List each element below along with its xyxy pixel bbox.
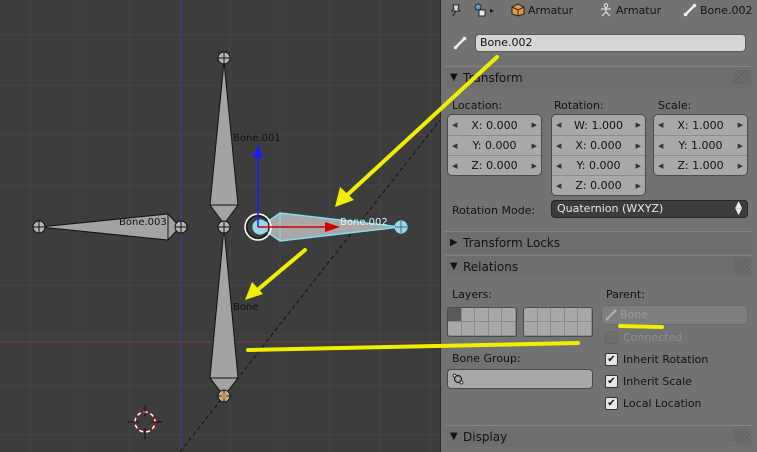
pin-icon[interactable] <box>449 2 463 18</box>
relations-title: Relations <box>463 260 519 274</box>
inherit-scale-label: Inherit Scale <box>623 375 692 388</box>
context-breadcrumb: ▸ Armatur Armatur Bone.002 <box>441 0 757 20</box>
location-x-field[interactable]: ◀ X: 0.000 ▶ <box>448 115 541 135</box>
rotation-label: Rotation: <box>554 99 604 112</box>
transform-title: Transform <box>463 71 523 85</box>
armature-figure-icon <box>601 3 611 17</box>
bone-003-label: Bone.003 <box>119 217 167 228</box>
inherit-rotation-label: Inherit Rotation <box>623 353 709 366</box>
scale-fields: ◀ X: 1.000 ▶ ◀ Y: 1.000 ▶ ◀ Z: 1.000 ▶ <box>653 114 748 176</box>
collapse-triangle-icon: ▼ <box>450 261 458 272</box>
group-icon <box>452 373 464 385</box>
location-label: Location: <box>452 99 503 112</box>
connected-checkbox[interactable] <box>605 331 618 344</box>
panel-grip-icon[interactable] <box>734 259 750 273</box>
select-arrows-icon: ▲ ▼ <box>735 200 742 217</box>
layers-label: Layers: <box>452 288 493 301</box>
bone-group-label: Bone Group: <box>452 352 521 365</box>
breadcrumb-bone[interactable]: Bone.002 <box>683 2 753 18</box>
display-panel-header[interactable]: ▼ Display <box>445 425 752 447</box>
connected-label: Connected <box>623 331 683 344</box>
3d-viewport[interactable]: Bone.001 Bone.002 Bone.003 Bone <box>0 0 440 452</box>
panel-grip-icon[interactable] <box>734 429 750 443</box>
transform-locks-panel-header[interactable]: ▶ Transform Locks <box>445 231 752 253</box>
rotation-mode-select[interactable]: Quaternion (WXYZ) ▲ ▼ <box>551 200 748 218</box>
rotation-fields: ◀ W: 1.000 ▶ ◀ X: 0.000 ▶ ◀ Y: 0.000 ▶ ◀ Z: 0.0… <box>551 114 646 196</box>
relations-panel-header[interactable]: ▼ Relations <box>445 255 752 277</box>
parent-label: Parent: <box>606 288 645 301</box>
location-z-field[interactable]: ◀ Z: 0.000 ▶ <box>448 155 541 175</box>
rotation-mode-label: Rotation Mode: <box>452 204 536 217</box>
bone-001-label: Bone.001 <box>233 133 281 144</box>
3d-cursor-icon <box>128 405 162 439</box>
transform-panel-header[interactable]: ▼ Transform <box>445 66 752 88</box>
expand-triangle-icon: ▶ <box>450 237 458 248</box>
rotation-w-field[interactable]: ◀ W: 1.000 ▶ <box>552 115 645 135</box>
inherit-scale-checkbox[interactable]: ✔ <box>605 375 618 388</box>
bone-label: Bone <box>233 302 259 313</box>
bone-properties-editor: ▸ Armatur Armatur Bone.002 Bone.002 ▼ Tr… <box>440 0 757 452</box>
local-location-label: Local Location <box>623 397 702 410</box>
bone-group-field[interactable] <box>447 369 593 389</box>
bone-002-label: Bone.002 <box>340 217 388 228</box>
object-cube-icon <box>511 3 525 17</box>
display-title: Display <box>463 430 508 444</box>
armature-data-icon: ▸ <box>473 2 494 18</box>
collapse-triangle-icon: ▼ <box>450 431 458 442</box>
scale-y-field[interactable]: ◀ Y: 1.000 ▶ <box>654 135 747 155</box>
panel-grip-icon[interactable] <box>734 70 750 84</box>
rotation-x-field[interactable]: ◀ X: 0.000 ▶ <box>552 135 645 155</box>
collapse-triangle-icon: ▼ <box>450 72 458 83</box>
rotation-z-field[interactable]: ◀ Z: 0.000 ▶ <box>552 175 645 195</box>
transform-locks-title: Transform Locks <box>463 236 561 250</box>
layers-grid-right[interactable] <box>523 307 593 337</box>
scale-label: Scale: <box>658 99 692 112</box>
breadcrumb-object[interactable]: Armatur <box>511 2 573 18</box>
bone-icon <box>605 309 617 321</box>
inherit-rotation-checkbox[interactable]: ✔ <box>605 353 618 366</box>
bone-icon <box>683 3 697 17</box>
location-fields: ◀ X: 0.000 ▶ ◀ Y: 0.000 ▶ ◀ Z: 0.000 ▶ <box>447 114 542 176</box>
local-location-checkbox[interactable]: ✔ <box>605 397 618 410</box>
bone-name-icon <box>453 36 467 50</box>
bone-name-input[interactable]: Bone.002 <box>475 34 746 52</box>
rotation-y-field[interactable]: ◀ Y: 0.000 ▶ <box>552 155 645 175</box>
breadcrumb-armature[interactable]: Armatur <box>599 2 661 18</box>
scale-x-field[interactable]: ◀ X: 1.000 ▶ <box>654 115 747 135</box>
bone-origin-dot <box>221 393 227 399</box>
parent-field[interactable]: Bone <box>601 305 748 325</box>
scale-z-field[interactable]: ◀ Z: 1.000 ▶ <box>654 155 747 175</box>
layers-grid-left[interactable] <box>447 307 517 337</box>
location-y-field[interactable]: ◀ Y: 0.000 ▶ <box>448 135 541 155</box>
